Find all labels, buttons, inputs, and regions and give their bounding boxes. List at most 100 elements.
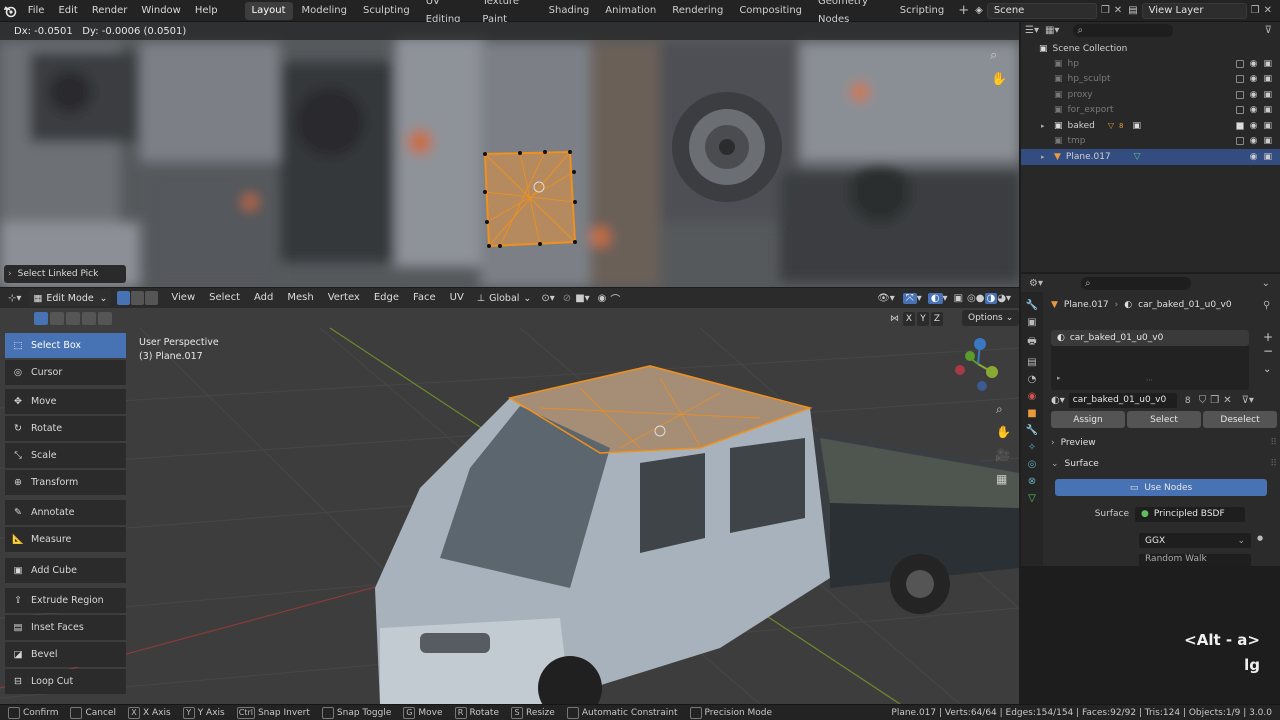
duplicate-material-icon[interactable]: ❐ bbox=[1210, 395, 1219, 406]
select-linked-pick-panel[interactable]: › Select Linked Pick bbox=[4, 265, 126, 283]
select-button[interactable]: Select bbox=[1127, 411, 1201, 428]
exclude-checkbox[interactable] bbox=[1235, 121, 1244, 130]
properties-search-input[interactable]: ⌕ bbox=[1080, 276, 1191, 290]
exclude-checkbox[interactable] bbox=[1235, 59, 1244, 68]
gizmo-dropdown-icon[interactable]: ▾ bbox=[917, 293, 922, 304]
material-shading-icon[interactable]: ◑ bbox=[984, 292, 998, 304]
outliner-search-input[interactable]: ⌕ bbox=[1073, 23, 1174, 37]
menu-mesh[interactable]: Mesh bbox=[280, 288, 320, 308]
deselect-button[interactable]: Deselect bbox=[1203, 411, 1277, 428]
uv-island-selection[interactable] bbox=[483, 150, 577, 248]
modifier-tab-icon[interactable]: 🔧 bbox=[1026, 425, 1038, 436]
outliner-item-hp[interactable]: ▣ hp ◉ ▣ bbox=[1021, 56, 1280, 72]
eye-icon[interactable]: ◉ bbox=[1250, 136, 1258, 146]
invert-selection-icon[interactable] bbox=[82, 312, 96, 325]
tool-select-box[interactable]: ⬚ Select Box bbox=[5, 333, 126, 358]
eye-icon[interactable]: ◉ bbox=[1250, 105, 1258, 115]
tool-scale[interactable]: ⤡ Scale bbox=[5, 443, 126, 468]
menu-add[interactable]: Add bbox=[247, 288, 280, 308]
tool-inset-faces[interactable]: ▤ Inset Faces bbox=[5, 615, 126, 640]
remove-slot-button[interactable]: − bbox=[1263, 344, 1273, 358]
options-dropdown[interactable]: Options ⌄ bbox=[962, 310, 1019, 326]
expand-arrow-icon[interactable]: ▸ bbox=[1041, 122, 1049, 130]
drag-handle-icon[interactable]: ⠿ bbox=[1270, 459, 1277, 469]
tool-transform[interactable]: ⊕ Transform bbox=[5, 470, 126, 495]
tool-annotate[interactable]: ✎ Annotate bbox=[5, 500, 126, 525]
surface-shader-field[interactable]: ● Principled BSDF bbox=[1135, 506, 1245, 522]
camera-view-icon[interactable]: 🎥 bbox=[995, 448, 1010, 462]
object-tab-icon[interactable]: ■ bbox=[1027, 408, 1036, 419]
slot-specials-icon[interactable]: ⌄ bbox=[1263, 364, 1271, 375]
rendered-shading-icon[interactable]: ◕ bbox=[997, 293, 1006, 304]
delete-scene-icon[interactable]: ✕ bbox=[1114, 5, 1122, 16]
eye-icon[interactable]: ◉ bbox=[1250, 59, 1258, 69]
camera-icon[interactable]: ▣ bbox=[1263, 136, 1272, 146]
tool-loop-cut[interactable]: ⊟ Loop Cut bbox=[5, 669, 126, 694]
tool-measure[interactable]: 📐 Measure bbox=[5, 527, 126, 552]
menu-edit[interactable]: Edit bbox=[51, 0, 84, 22]
tab-compositing[interactable]: Compositing bbox=[732, 2, 809, 20]
menu-face[interactable]: Face bbox=[406, 288, 443, 308]
transform-orientation-dropdown[interactable]: ⊥ Global ⌄ bbox=[477, 293, 532, 304]
outliner-scene-collection[interactable]: ▣ Scene Collection bbox=[1021, 41, 1280, 57]
tab-scripting[interactable]: Scripting bbox=[893, 2, 951, 20]
subtract-selection-icon[interactable] bbox=[66, 312, 80, 325]
tool-rotate[interactable]: ↻ Rotate bbox=[5, 416, 126, 441]
render-tab-icon[interactable]: ▣ bbox=[1027, 317, 1036, 328]
fake-user-icon[interactable]: ⛉ bbox=[1199, 395, 1207, 406]
menu-vertex[interactable]: Vertex bbox=[321, 288, 367, 308]
view-layer-selector[interactable]: ▤ View Layer ❐ ✕ bbox=[1128, 2, 1272, 19]
add-slot-button[interactable]: + bbox=[1263, 330, 1273, 344]
assign-button[interactable]: Assign bbox=[1051, 411, 1125, 428]
outliner-item-tmp[interactable]: ▣ tmp ◉ ▣ bbox=[1021, 134, 1280, 150]
gizmo-toggle-icon[interactable]: ⤧ bbox=[902, 292, 917, 304]
eye-icon[interactable]: ◉ bbox=[1250, 152, 1258, 162]
surface-panel-header[interactable]: ⌄ Surface ⠿ bbox=[1051, 456, 1277, 472]
properties-editor-icon[interactable]: ⚙▾ bbox=[1029, 278, 1043, 289]
constraints-tab-icon[interactable]: ⊗ bbox=[1028, 476, 1036, 487]
mirror-axis-y-toggle[interactable]: Y bbox=[917, 312, 929, 326]
scene-selector[interactable]: ◈ Scene ❐ ✕ bbox=[975, 2, 1122, 19]
pivot-point-icon[interactable]: ⊙▾ bbox=[541, 293, 554, 304]
expand-arrow-icon[interactable]: ▸ bbox=[1041, 153, 1049, 161]
xray-toggle-icon[interactable]: ▣ bbox=[954, 293, 963, 304]
exclude-checkbox[interactable] bbox=[1235, 106, 1244, 115]
editor-type-icon[interactable]: ⊹▾ bbox=[0, 293, 25, 304]
texture-view[interactable]: ⌕ ✋ › Select Linked Pick bbox=[0, 22, 1019, 287]
list-resize-grip-icon[interactable]: ⋯ bbox=[1146, 376, 1153, 384]
menu-select[interactable]: Select bbox=[202, 288, 247, 308]
list-expand-icon[interactable]: ▸ bbox=[1057, 374, 1061, 382]
outliner-item-plane-017[interactable]: ▸ ▼ Plane.017 ▽ ◉ ▣ bbox=[1021, 149, 1280, 165]
camera-icon[interactable]: ▣ bbox=[1263, 105, 1272, 115]
proportional-edit-icon[interactable]: ◉ bbox=[598, 293, 607, 304]
zoom-icon[interactable]: ⌕ bbox=[990, 48, 997, 63]
tool-extrude-region[interactable]: ⇪ Extrude Region bbox=[5, 588, 126, 613]
pin-icon[interactable]: ⚲ bbox=[1263, 300, 1270, 311]
delete-view-layer-icon[interactable]: ✕ bbox=[1264, 5, 1272, 16]
link-type-icon[interactable]: ⊽▾ bbox=[1242, 395, 1254, 406]
tab-sculpting[interactable]: Sculpting bbox=[356, 2, 417, 20]
data-tab-icon[interactable]: ▽ bbox=[1028, 493, 1036, 504]
outliner-item-baked[interactable]: ▸ ▣ baked ▽ 8 ▣ ◉ ▣ bbox=[1021, 118, 1280, 134]
filter-icon[interactable]: ⊽ bbox=[1265, 25, 1272, 36]
particles-tab-icon[interactable]: ✧ bbox=[1028, 442, 1036, 453]
menu-render[interactable]: Render bbox=[85, 0, 135, 22]
tab-rendering[interactable]: Rendering bbox=[665, 2, 730, 20]
tool-move[interactable]: ✥ Move bbox=[5, 389, 126, 414]
exclude-checkbox[interactable] bbox=[1235, 90, 1244, 99]
menu-help[interactable]: Help bbox=[188, 0, 225, 22]
tool-bevel[interactable]: ◪ Bevel bbox=[5, 642, 126, 667]
3d-viewport[interactable]: ⌕ ✋ 🎥 ▦ User Perspective (3) Plane.017 ⋈… bbox=[0, 288, 1019, 704]
view-layer-tab-icon[interactable]: ▤ bbox=[1027, 357, 1036, 368]
material-slot-list[interactable]: ◐ car_baked_01_u0_v0 ▸ ⋯ bbox=[1051, 330, 1249, 390]
overlay-dropdown-icon[interactable]: ▾ bbox=[943, 293, 948, 304]
tab-shading[interactable]: Shading bbox=[542, 2, 597, 20]
menu-window[interactable]: Window bbox=[134, 0, 187, 22]
camera-icon[interactable]: ▣ bbox=[1263, 59, 1272, 69]
face-select-icon[interactable] bbox=[145, 291, 159, 305]
material-name-field[interactable]: car_baked_01_u0_v0 bbox=[1068, 393, 1177, 408]
tool-cursor[interactable]: ◎ Cursor bbox=[5, 360, 126, 385]
display-mode-icon[interactable]: ▦▾ bbox=[1045, 25, 1059, 36]
navigation-gizmo[interactable] bbox=[950, 336, 1006, 392]
world-tab-icon[interactable]: ◉ bbox=[1028, 391, 1037, 402]
